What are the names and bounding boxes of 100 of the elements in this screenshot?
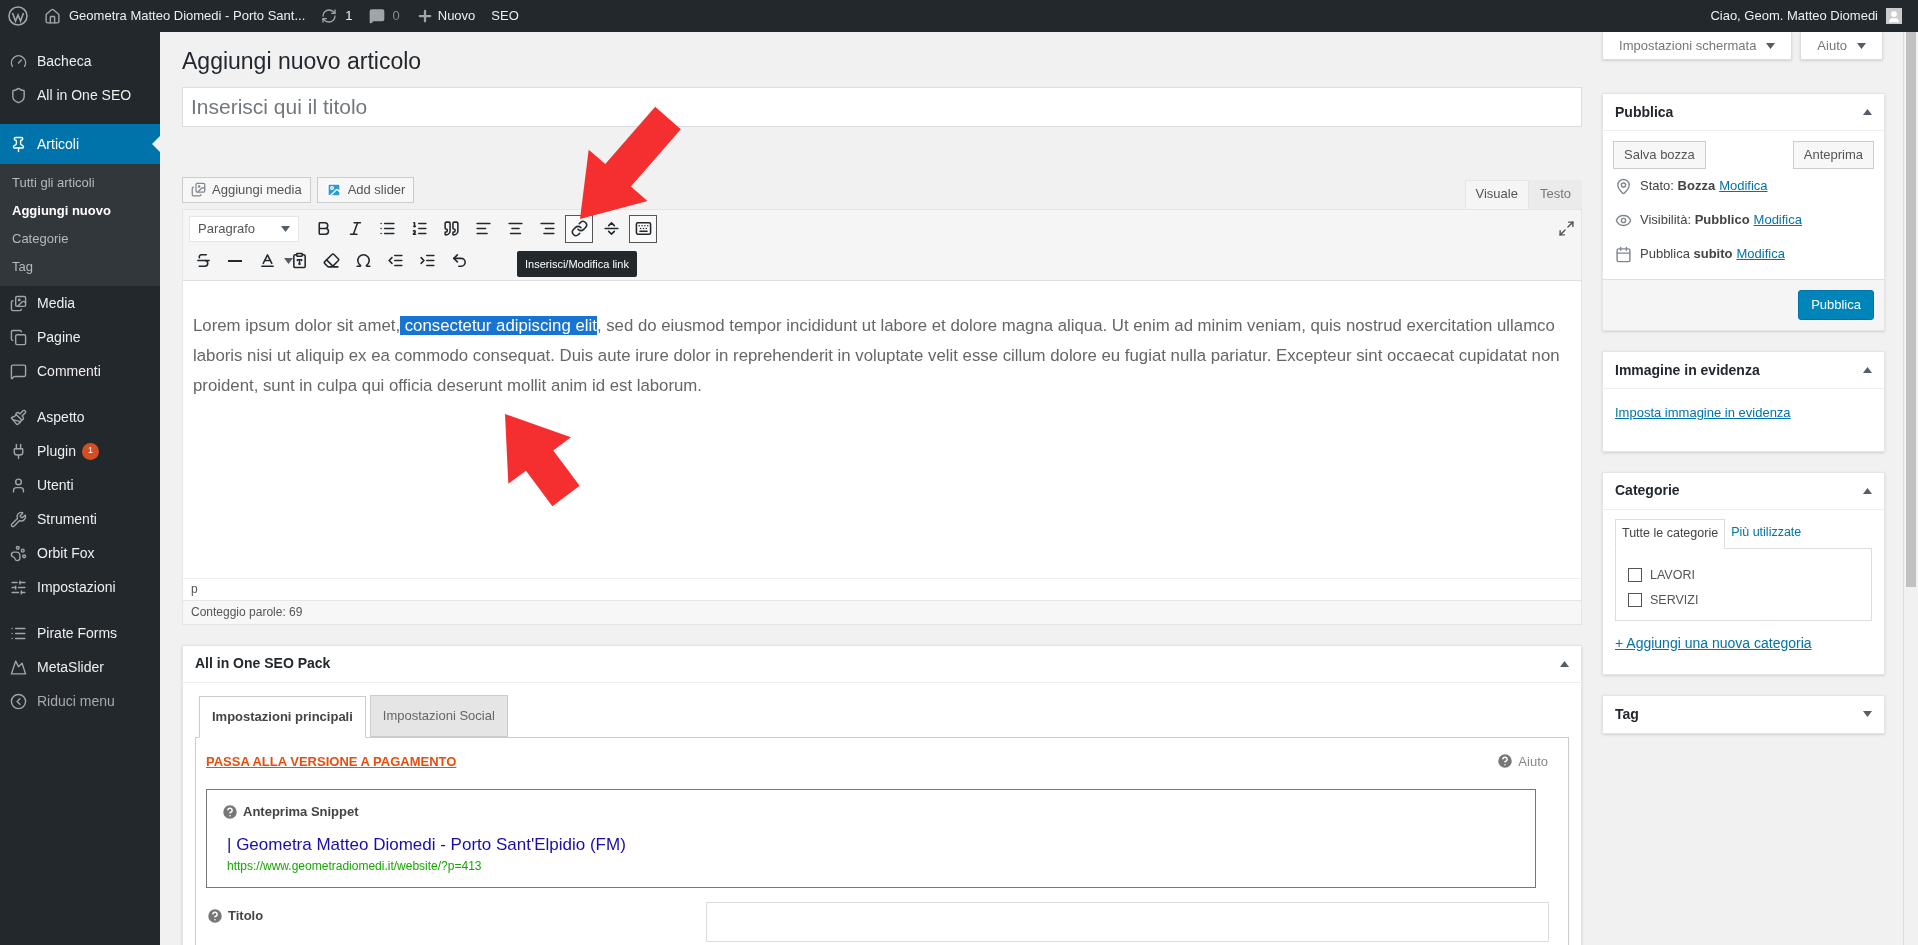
publish-setting: Pubblica subito (1640, 245, 1733, 264)
submenu-item[interactable]: Aggiungi nuovo (0, 197, 160, 225)
greeting-link[interactable]: Ciao, Geom. Matteo Diomedi (1710, 6, 1878, 26)
site-link[interactable]: Geometra Matteo Diomedi - Porto Sant... (69, 6, 306, 26)
help-link[interactable]: Aiuto (1518, 751, 1548, 771)
toolbar-button[interactable] (565, 214, 593, 243)
paw-icon (10, 544, 27, 562)
toggle-caret-icon[interactable] (1863, 367, 1872, 373)
snippet-url: https://www.geometradiomedi.it/website/?p=413 (226, 858, 483, 875)
brush-icon (10, 408, 27, 426)
help-icon[interactable] (221, 802, 239, 821)
help-icon[interactable] (206, 906, 224, 925)
indent-icon (418, 252, 436, 269)
pointer-notch-icon (152, 136, 160, 152)
word-count: Conteggio parole: 69 (191, 604, 303, 621)
images-icon (10, 294, 27, 312)
sliders-icon (10, 578, 27, 596)
set-image-link[interactable]: Imposta immagine in evidenza (1615, 405, 1791, 420)
menu-item[interactable]: Pagine (0, 320, 160, 354)
publish-setting: Visibilità: Pubblico (1640, 211, 1750, 230)
scrollbar[interactable] (1903, 32, 1918, 945)
caret-icon[interactable] (284, 257, 293, 264)
menu-item[interactable]: All in One SEO (0, 78, 160, 112)
new-link[interactable]: Nuovo (437, 6, 476, 26)
menu-item[interactable]: Riduci menu (0, 684, 160, 718)
menu-item[interactable]: Impostazioni (0, 570, 160, 604)
update-count[interactable]: 1 (345, 6, 353, 26)
box-title: Categorie (1615, 481, 1680, 500)
menu-item[interactable]: Media (0, 286, 160, 320)
keyboard-icon (634, 220, 652, 237)
title-input[interactable] (706, 902, 1549, 942)
shield-icon (10, 86, 27, 104)
edit-link[interactable]: Modifica (1719, 176, 1768, 196)
editor-tab[interactable]: Visuale (1464, 179, 1529, 209)
seo-tab[interactable]: Impostazioni Social (369, 694, 508, 737)
images-icon (191, 182, 206, 197)
menu-item[interactable]: Pirate Forms (0, 616, 160, 650)
toggle-caret-icon[interactable] (1863, 487, 1872, 494)
submenu-item[interactable]: Categorie (0, 225, 160, 253)
box-title: All in One SEO Pack (195, 654, 331, 673)
numbered-list-icon (410, 220, 428, 237)
submenu-item[interactable]: Tutti gli articoli (0, 169, 160, 197)
menu-item[interactable]: Commenti (0, 354, 160, 388)
screen-option-tab[interactable]: Impostazioni schermata (1602, 32, 1793, 60)
mountain-icon (10, 658, 27, 676)
refresh-icon[interactable] (321, 8, 338, 24)
edit-link[interactable]: Modifica (1753, 210, 1802, 230)
user-icon (10, 476, 27, 494)
snippet-title: | Geometra Matteo Diomedi - Porto Sant'Elpidio (FM) (226, 833, 627, 856)
outdent-icon (386, 252, 404, 269)
publish-button[interactable]: Pubblica (1798, 290, 1874, 320)
menu-item[interactable]: MetaSlider (0, 650, 160, 684)
seo-tab[interactable]: Impostazioni principali (199, 695, 366, 738)
menu-item[interactable]: Strumenti (0, 502, 160, 536)
home-icon[interactable] (44, 7, 61, 25)
checkbox[interactable] (1628, 593, 1642, 607)
element-path: p (191, 581, 198, 598)
toolbar-button[interactable] (629, 214, 657, 243)
checkbox[interactable] (1628, 568, 1642, 582)
title-field[interactable]: Inserisci qui il titolo (182, 86, 1582, 127)
caret-icon[interactable] (1857, 42, 1866, 49)
media-button[interactable]: Aggiungi media (182, 176, 311, 203)
box-title: Tag (1615, 704, 1639, 724)
comment-count[interactable]: 0 (392, 6, 400, 26)
editor-tab[interactable]: Testo (1528, 179, 1582, 209)
align-center-icon (506, 220, 524, 237)
format-dropdown[interactable]: Paragrafo (189, 215, 299, 242)
toggle-caret-icon[interactable] (1863, 711, 1872, 717)
seo-link[interactable]: SEO (483, 6, 527, 26)
edit-link[interactable]: Modifica (1736, 244, 1785, 264)
toggle-caret-icon[interactable] (1560, 660, 1569, 667)
notification-badge: 1 (81, 442, 99, 460)
menu-item[interactable]: Articoli (0, 124, 160, 164)
fullscreen-icon[interactable] (1558, 220, 1575, 237)
menu-item[interactable]: Plugin 1 (0, 434, 160, 468)
menu-item[interactable]: Orbit Fox (0, 536, 160, 570)
submenu-item[interactable]: Tag (0, 253, 160, 281)
media-button[interactable]: Add slider (316, 176, 415, 203)
upgrade-link[interactable]: PASSA ALLA VERSIONE A PAGAMENTO (206, 751, 457, 771)
comment-icon[interactable] (368, 8, 385, 24)
menu-item[interactable]: Bacheca (0, 44, 160, 78)
comment-icon (10, 362, 27, 380)
logo-icon[interactable] (8, 6, 28, 26)
separator-icon (602, 220, 620, 237)
pin-icon (1615, 177, 1632, 195)
publish-setting: Stato: Bozza (1640, 177, 1716, 196)
caret-icon[interactable] (281, 225, 290, 232)
toggle-caret-icon[interactable] (1863, 109, 1872, 115)
menu-item[interactable]: Aspetto (0, 400, 160, 434)
category-tab[interactable]: Tutte le categorie (1615, 518, 1726, 549)
menu-item[interactable]: Utenti (0, 468, 160, 502)
preview-button[interactable]: Anteprima (1792, 141, 1874, 169)
body-text[interactable]: Lorem ipsum dolor sit amet, consectetur adipiscing elit, sed do eiusmod tempor incididunt ut labore et dolore magna aliqua. Ut enim ad minim veniam, quis nostrud exercitation ullamco laboris nisi ut aliquip ex ea commodo consequat. Duis aute irure dolor in reprehenderit in voluptate velit esse cillum dolore eu fugiat nulla pariatur. Excepteur sint occaecat cupidatat non proident, sunt in culpa qui officia deserunt mollit anim id est laborum. (193, 310, 1571, 401)
help-icon[interactable] (1496, 752, 1515, 771)
caret-icon[interactable] (1766, 42, 1776, 49)
add-category-link[interactable]: + Aggiungi una nuova categoria (1615, 632, 1872, 654)
clipboard-icon (290, 252, 308, 269)
screen-option-tab[interactable]: Aiuto (1800, 32, 1883, 60)
category-tab[interactable]: Più utilizzate (1725, 517, 1808, 548)
save-draft-button[interactable]: Salva bozza (1613, 141, 1706, 169)
